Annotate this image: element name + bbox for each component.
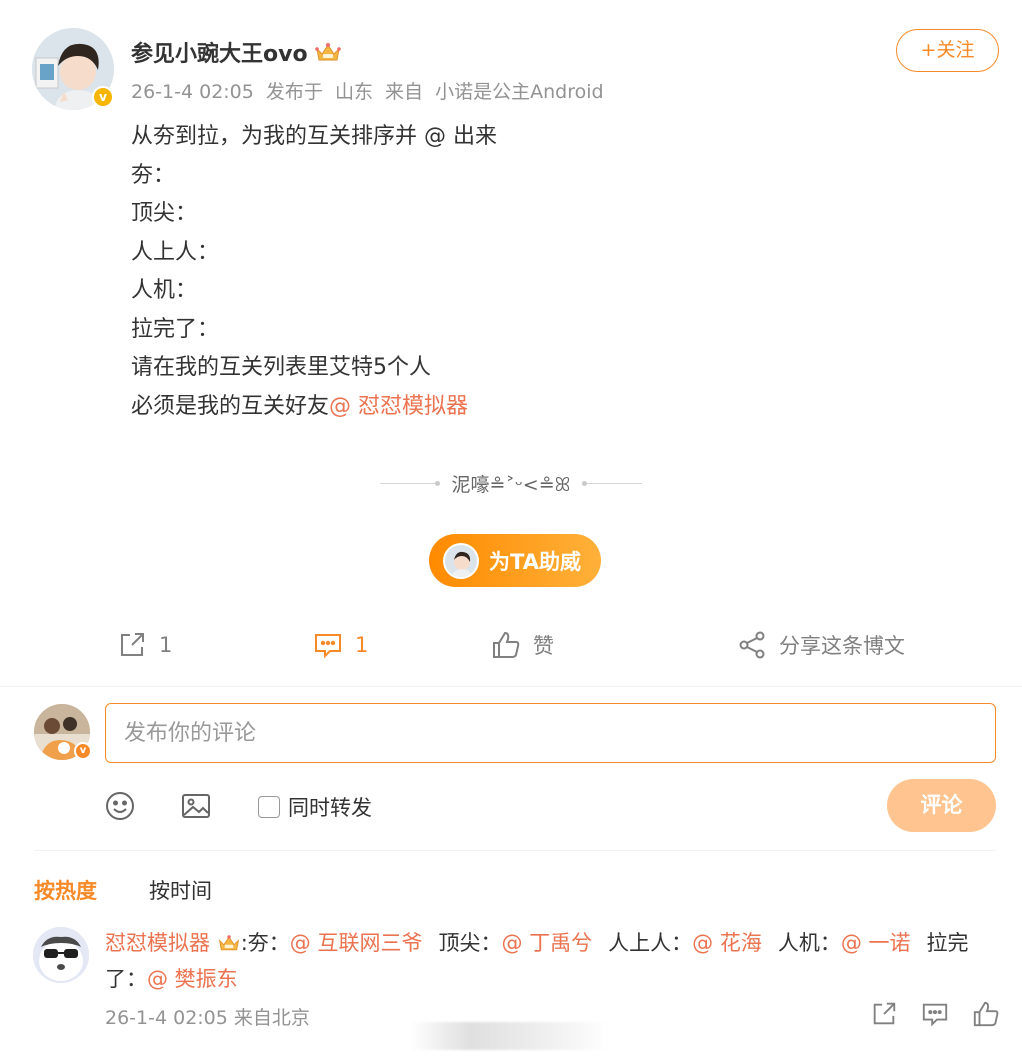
cheer-avatar xyxy=(443,542,479,579)
comment-source: 来自北京 xyxy=(233,1007,310,1029)
repost-icon xyxy=(121,633,144,656)
post-timestamp[interactable]: 26-1-4 02:05 xyxy=(131,81,254,103)
current-user-verified-icon: v xyxy=(74,742,92,760)
tier-label: 顶尖： xyxy=(438,931,502,955)
sort-by-time-tab[interactable]: 按时间 xyxy=(149,875,212,905)
like-label: 赞 xyxy=(533,634,554,658)
tier-label: 人机： xyxy=(777,931,841,955)
share-label: 分享这条博文 xyxy=(779,634,905,658)
repost-checkbox[interactable]: 同时转发 xyxy=(258,792,372,822)
commenter-avatar[interactable] xyxy=(33,927,89,983)
repost-icon xyxy=(873,1002,896,1025)
source-label: 来自 xyxy=(385,81,424,103)
section-divider xyxy=(0,686,1022,687)
content-line: 从夯到拉，为我的互关排序并 @ 出来 xyxy=(131,124,497,149)
comment-button[interactable]: 1 xyxy=(313,630,368,660)
repost-count: 1 xyxy=(159,633,173,657)
signature-text: 泥嚎≗˃ᵕ<≗ꕤ xyxy=(451,474,571,496)
comment-repost-button[interactable] xyxy=(870,1000,898,1032)
comment-input[interactable] xyxy=(105,703,996,763)
share-icon xyxy=(739,631,765,659)
content-line: 人机： xyxy=(131,278,198,303)
cheer-button[interactable]: 为TA助威 xyxy=(429,534,601,587)
checkbox-box[interactable] xyxy=(258,796,280,818)
comments-divider xyxy=(34,850,996,851)
verified-badge-icon: v xyxy=(92,86,114,108)
tier-label: 人上人： xyxy=(608,931,693,955)
crown-icon xyxy=(314,43,341,61)
repost-checkbox-label: 同时转发 xyxy=(288,796,372,820)
mention-link[interactable]: @ 互联网三爷 xyxy=(290,931,423,955)
crown-icon xyxy=(218,935,239,951)
comment-like-button[interactable] xyxy=(972,1000,1000,1032)
signature-divider-right xyxy=(582,481,643,486)
author-name-text[interactable]: 参见小豌大王ovo xyxy=(131,36,308,68)
repost-button[interactable]: 1 xyxy=(117,630,172,660)
thumbs-up-icon xyxy=(973,1001,999,1027)
post-meta: 26-1-4 02:05 发布于 山东 来自 小诺是公主Android xyxy=(131,77,610,104)
image-icon xyxy=(182,794,210,818)
like-button[interactable]: 赞 xyxy=(491,630,554,660)
comment-timestamp: 26-1-4 02:05 xyxy=(105,1007,228,1029)
current-user-avatar[interactable]: v xyxy=(34,704,92,760)
share-button[interactable]: 分享这条博文 xyxy=(737,630,905,660)
post-action-bar: 1 1 赞 分享这条博文 xyxy=(0,630,1022,678)
mention-link[interactable]: @ 樊振东 xyxy=(147,967,238,991)
comment-reply-button[interactable] xyxy=(921,1000,949,1032)
image-upload-button[interactable] xyxy=(180,790,212,826)
author-avatar[interactable]: v xyxy=(32,28,114,110)
content-line: 必须是我的互关好友@ 怼怼模拟器 xyxy=(131,388,497,427)
post-location: 山东 xyxy=(334,81,373,103)
published-in-label: 发布于 xyxy=(265,81,323,103)
weibo-post: v 参见小豌大王ovo 26-1-4 02:05 发布于 山东 来自 小诺是公主… xyxy=(0,0,1022,686)
emoji-icon xyxy=(106,792,134,820)
mention-link[interactable]: @ 花海 xyxy=(692,931,762,955)
blurred-watermark xyxy=(410,1022,610,1050)
comment-icon xyxy=(922,1003,948,1027)
content-line: 请在我的互关列表里艾特5个人 xyxy=(131,355,431,380)
comment-meta: 26-1-4 02:05 来自北京 xyxy=(105,1003,310,1030)
comment-text: 怼怼模拟器 :夯：@ 互联网三爷 顶尖：@ 丁禹兮 人上人：@ 花海 人机：@ 一诺拉… xyxy=(105,925,985,997)
mention-link[interactable]: @ 丁禹兮 xyxy=(501,931,592,955)
submit-comment-button[interactable]: 评论 xyxy=(887,779,996,832)
author-name[interactable]: 参见小豌大王ovo xyxy=(131,36,342,68)
tier-label: 夯： xyxy=(247,931,290,955)
comment-username[interactable]: 怼怼模拟器 xyxy=(105,931,210,955)
mention-link[interactable]: @ 怼怼模拟器 xyxy=(329,394,468,419)
signature-divider-left xyxy=(379,481,440,486)
post-content: 从夯到拉，为我的互关排序并 @ 出来 夯： 顶尖： 人上人： 人机： 拉完了： … xyxy=(131,118,497,426)
content-line: 顶尖： xyxy=(131,201,198,226)
content-line: 夯： xyxy=(131,162,176,188)
comment-count: 1 xyxy=(355,633,369,657)
sort-by-hot-tab[interactable]: 按热度 xyxy=(34,875,97,905)
content-line: 人上人： xyxy=(131,239,220,265)
post-signature: 泥嚎≗˃ᵕ<≗ꕤ xyxy=(0,470,1022,497)
content-line: 拉完了： xyxy=(131,316,220,342)
comment-icon xyxy=(315,634,341,659)
post-source: 小诺是公主Android xyxy=(435,81,604,103)
mention-link[interactable]: @ 一诺 xyxy=(841,931,911,955)
cheer-label: 为TA助威 xyxy=(489,549,581,574)
thumbs-up-icon xyxy=(493,631,520,658)
content-line-text: 必须是我的互关好友 xyxy=(131,393,330,419)
follow-button[interactable]: +关注 xyxy=(896,29,999,72)
emoji-button[interactable] xyxy=(104,790,136,826)
comment-separator: : xyxy=(240,931,248,955)
